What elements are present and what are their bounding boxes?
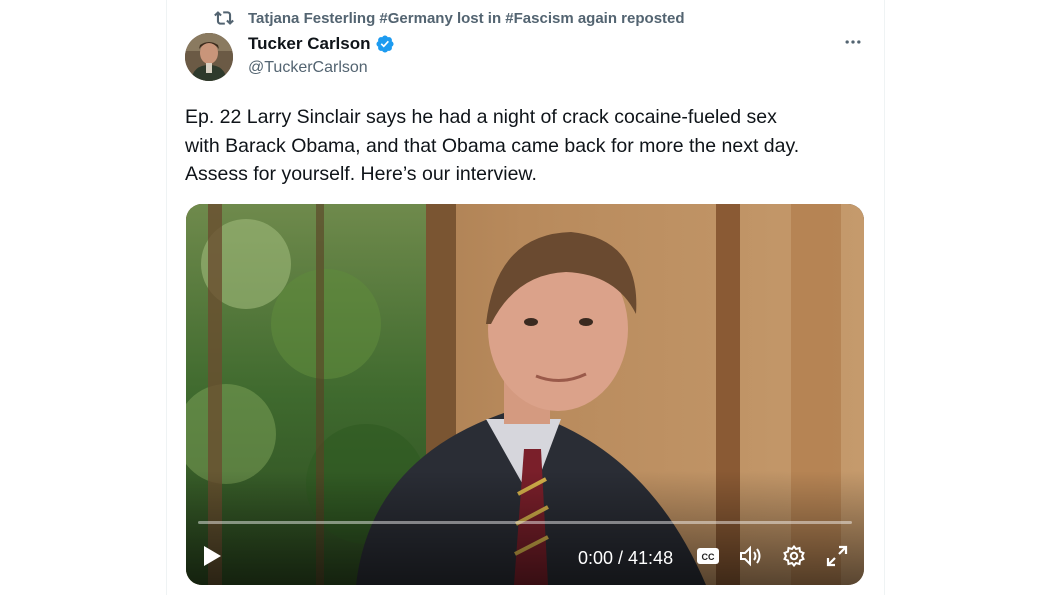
play-icon	[202, 545, 222, 572]
tweet-text: Ep. 22 Larry Sinclair says he had a nigh…	[185, 106, 800, 185]
cc-icon: CC	[696, 546, 720, 571]
video-progress-bar[interactable]	[198, 521, 852, 524]
fullscreen-button[interactable]	[823, 544, 851, 572]
volume-button[interactable]	[737, 544, 765, 572]
video-player[interactable]: 0:00 / 41:48 CC	[186, 204, 864, 585]
video-time: 0:00 / 41:48	[578, 547, 674, 568]
repost-icon	[214, 8, 234, 28]
avatar[interactable]	[185, 33, 233, 81]
timeline-left-border	[166, 0, 167, 595]
repost-context[interactable]: Tatjana Festerling #Germany lost in #Fas…	[214, 8, 685, 28]
timeline-right-border	[884, 0, 885, 595]
svg-text:CC: CC	[702, 552, 715, 562]
play-button[interactable]	[200, 544, 224, 572]
volume-icon	[738, 544, 764, 573]
more-horizontal-icon	[843, 32, 863, 57]
verified-badge-icon[interactable]	[375, 34, 395, 54]
settings-icon	[782, 544, 806, 573]
fullscreen-icon	[825, 544, 849, 573]
video-thumbnail	[186, 204, 864, 585]
captions-button[interactable]: CC	[695, 544, 721, 572]
settings-button[interactable]	[780, 544, 808, 572]
author-handle[interactable]: @TuckerCarlson	[248, 59, 368, 77]
repost-label: Tatjana Festerling #Germany lost in #Fas…	[248, 9, 685, 27]
author-name[interactable]: Tucker Carlson	[248, 34, 371, 54]
more-options-button[interactable]	[840, 32, 866, 56]
author-name-row[interactable]: Tucker Carlson	[248, 34, 395, 54]
